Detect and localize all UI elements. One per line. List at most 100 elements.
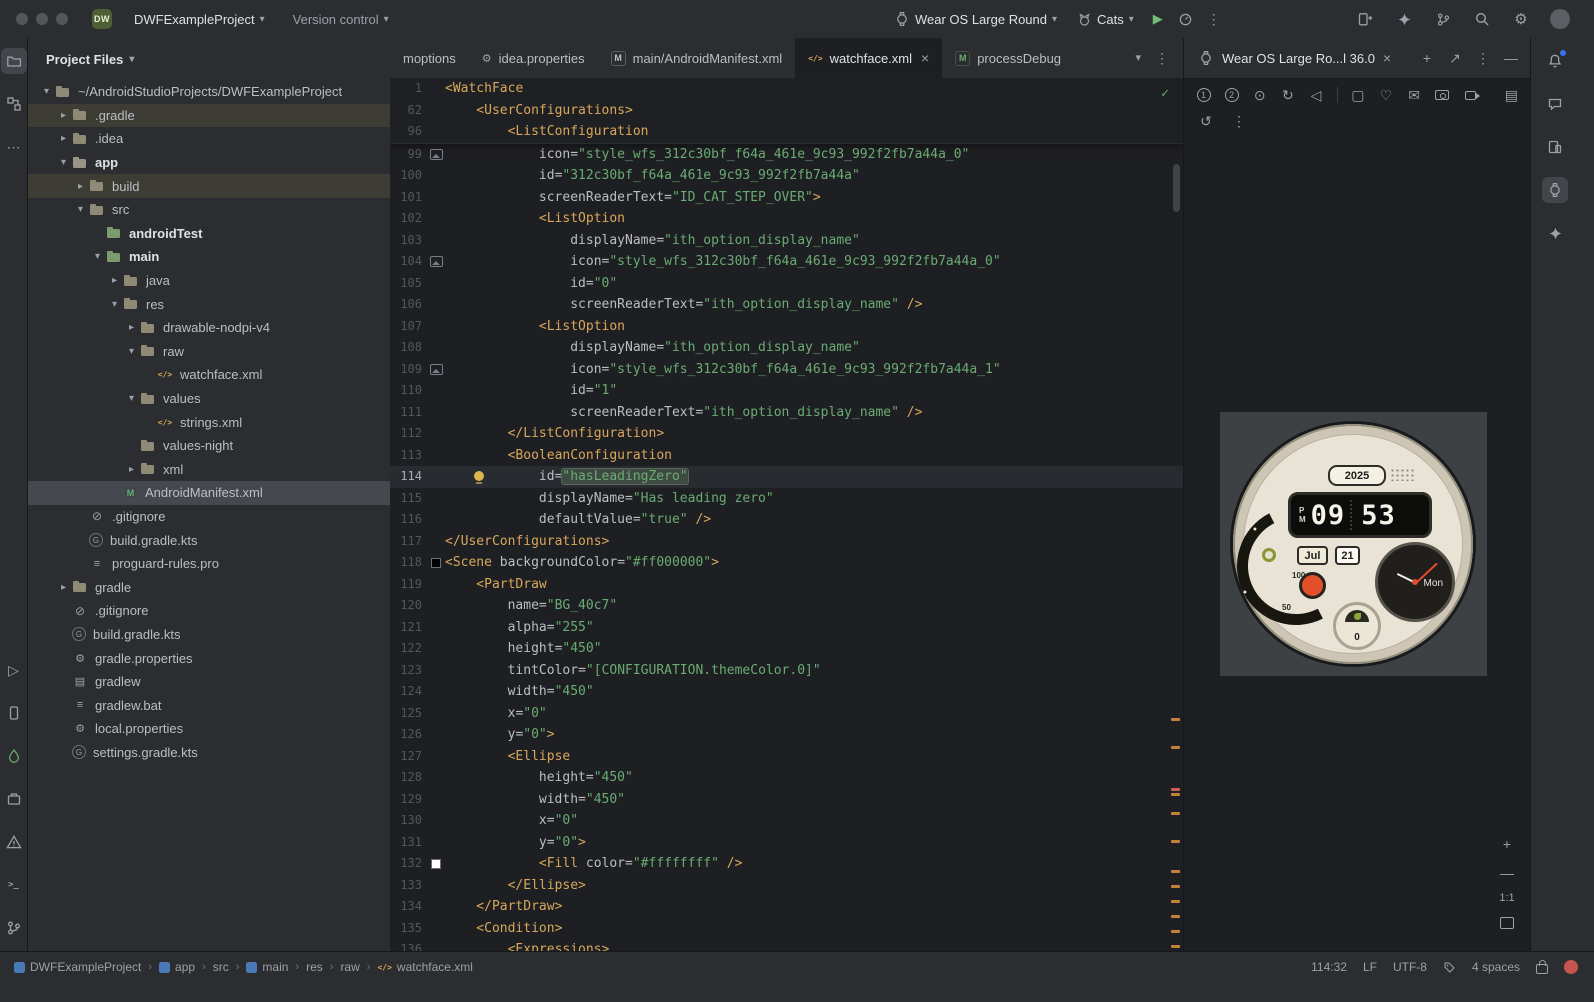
breadcrumb-item-app[interactable]: app [159,960,195,974]
tree-item-drawable-nodpi-v4[interactable]: ▸ drawable-nodpi-v4 [28,316,390,340]
version-control-tool-button[interactable] [1,915,27,941]
tree-item-src[interactable]: ▾ src [28,198,390,222]
tab-idea-properties[interactable]: ⚙ idea.properties [469,38,598,78]
tree-item-main[interactable]: ▾ main [28,245,390,269]
editor-scrollbar-thumb[interactable] [1173,164,1180,212]
settings-button[interactable]: ⚙ [1511,9,1531,29]
drawable-preview-icon[interactable] [427,363,445,375]
chevron-down-icon[interactable]: ▾ [123,393,140,404]
tree-item-java[interactable]: ▸ java [28,269,390,293]
code-line-123[interactable]: 123 tintColor="[CONFIGURATION.themeColor.… [390,660,1183,682]
code-line-125[interactable]: 125 x="0" [390,703,1183,725]
stripe-mark[interactable] [1171,812,1180,815]
code-line-108[interactable]: 108 displayName="ith_option_display_name" [390,337,1183,359]
heart-button[interactable]: ♡ [1378,85,1393,105]
stripe-mark[interactable] [1171,930,1180,933]
tree-item-gradlew[interactable]: ▤ gradlew [28,670,390,694]
emulator-screen[interactable]: 2025 P M 09 53 Jul 21 Mon 100 50 0 [1220,412,1487,676]
code-line-129[interactable]: 129 width="450" [390,789,1183,811]
stripe-mark[interactable] [1171,788,1180,791]
color-swatch-icon[interactable] [427,858,445,869]
button-two-button[interactable]: 2 [1224,85,1239,105]
reset-button[interactable]: ↺ [1196,111,1216,131]
code-line-104[interactable]: 104 icon="style_wfs_312c30bf_f64a_461e_9c… [390,251,1183,273]
more-tools-tool-button[interactable]: ⋯ [1,134,27,160]
chevron-down-icon[interactable]: ▾ [123,346,140,357]
gemini-tool-button[interactable] [1542,220,1568,246]
code-editor[interactable]: ✓ 1 <WatchFace 62 <UserConfigurations> 96 <Li… [390,78,1183,951]
device-selector[interactable]: Wear OS Large Round ▾ [888,7,1063,31]
stripe-mark[interactable] [1171,746,1180,749]
chevron-down-icon[interactable]: ▾ [55,157,72,168]
file-encoding[interactable]: UTF-8 [1393,960,1427,974]
tree-item-watchface-xml[interactable]: </> watchface.xml [28,363,390,387]
code-line-62[interactable]: 62 <UserConfigurations> [390,100,1183,122]
tree-item-gradle[interactable]: ▸ .gradle [28,103,390,128]
ai-actions-button[interactable] [1394,9,1414,29]
device-manager-tool-button[interactable] [1,700,27,726]
message-button[interactable]: ✉ [1407,85,1422,105]
add-device-button[interactable]: + [1417,48,1437,68]
code-line-101[interactable]: 101 screenReaderText="ID_CAT_STEP_OVER"> [390,187,1183,209]
project-selector[interactable]: DWFExampleProject ▾ [128,8,271,31]
code-line-132[interactable]: 132 <Fill color="#ffffffff" /> [390,853,1183,875]
chevron-down-icon[interactable]: ▾ [38,86,55,97]
problems-tool-button[interactable] [1,829,27,855]
code-line-136[interactable]: 136 <Expressions> [390,939,1183,951]
panel-options-button[interactable]: ⋮ [1473,48,1493,68]
running-devices-tool-button[interactable] [1542,177,1568,203]
tree-item-local-properties[interactable]: ⚙ local.properties [28,717,390,741]
cursor-position[interactable]: 114:32 [1311,960,1347,974]
account-button[interactable] [1550,9,1570,29]
code-line-105[interactable]: 105 id="0" [390,273,1183,295]
assistant-chat-tool-button[interactable] [1542,91,1568,117]
more-run-actions-button[interactable]: ⋮ [1204,9,1224,29]
drawable-preview-icon[interactable] [427,148,445,160]
notifications-tool-button[interactable] [1542,48,1568,74]
stripe-mark[interactable] [1171,945,1180,948]
close-window-button[interactable] [16,13,28,25]
device-explorer-tool-button[interactable] [1542,134,1568,160]
tab-processdebug[interactable]: MprocessDebug [942,38,1074,78]
tree-item-values[interactable]: ▾ values [28,387,390,411]
stripe-mark[interactable] [1171,840,1180,843]
device-tab-title[interactable]: Wear OS Large Ro...l 36.0 [1222,51,1375,66]
tab-options-icon[interactable]: ⋮ [1155,51,1169,65]
zoom-window-button[interactable] [56,13,68,25]
code-line-114[interactable]: 114 id="hasLeadingZero" [390,466,1183,488]
hide-panel-button[interactable]: — [1501,48,1521,68]
stripe-mark[interactable] [1171,870,1180,873]
tilt-button[interactable]: ↻ [1280,85,1295,105]
device-mirroring-button[interactable] [1355,9,1375,29]
code-line-116[interactable]: 116 defaultValue="true" /> [390,509,1183,531]
color-swatch-icon[interactable] [427,557,445,568]
code-line-128[interactable]: 128 height="450" [390,767,1183,789]
structure-tool-button[interactable] [1,91,27,117]
code-line-133[interactable]: 133 </Ellipse> [390,875,1183,897]
build-tool-tool-button[interactable] [1,786,27,812]
app-insights-tool-button[interactable] [1,743,27,769]
vcs-selector[interactable]: Version control ▾ [287,8,395,31]
tree-item-res[interactable]: ▾ res [28,292,390,316]
tree-item-idea[interactable]: ▸ .idea [28,127,390,151]
code-line-134[interactable]: 134 </PartDraw> [390,896,1183,918]
code-line-126[interactable]: 126 y="0"> [390,724,1183,746]
profiler-button[interactable] [1176,9,1196,29]
breadcrumb-item-src[interactable]: src [213,960,229,974]
tree-item-xml[interactable]: ▸ xml [28,458,390,482]
code-line-122[interactable]: 122 height="450" [390,638,1183,660]
stripe-mark[interactable] [1171,900,1180,903]
chevron-down-icon[interactable]: ▾ [89,251,106,262]
stripe-mark[interactable] [1171,793,1180,796]
tree-item-strings-xml[interactable]: </> strings.xml [28,410,390,434]
code-line-120[interactable]: 120 name="BG_40c7" [390,595,1183,617]
code-line-124[interactable]: 124 width="450" [390,681,1183,703]
chevron-down-icon[interactable]: ▾ [72,204,89,215]
tag-icon[interactable] [1443,961,1456,974]
close-icon[interactable]: × [921,50,929,66]
tree-item-gitignore[interactable]: ⊘ .gitignore [28,599,390,623]
open-in-window-button[interactable]: ↗ [1445,48,1465,68]
code-line-99[interactable]: 99 icon="style_wfs_312c30bf_f64a_461e_9c9… [390,144,1183,166]
code-line-100[interactable]: 100 id="312c30bf_f64a_461e_9c93_992f2fb7a… [390,165,1183,187]
tree-item-build[interactable]: ▸ build [28,174,390,198]
